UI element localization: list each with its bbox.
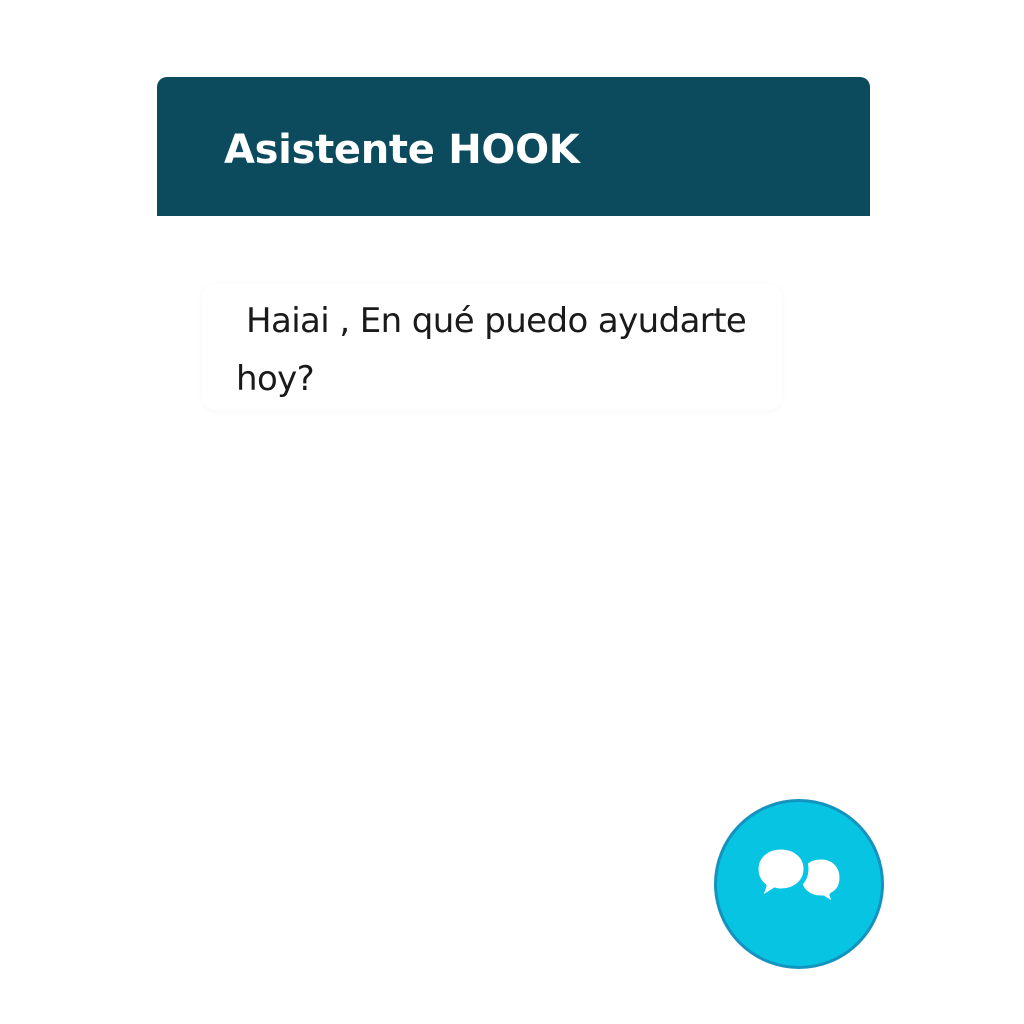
chat-panel: Asistente HOOK Haiai , En qué puedo ayud…: [157, 77, 870, 410]
message-text: Haiai , En qué puedo ayudarte hoy?: [236, 301, 747, 399]
chat-launcher-button[interactable]: [714, 799, 884, 969]
chat-title: Asistente HOOK: [224, 127, 580, 173]
assistant-message: Haiai , En qué puedo ayudarte hoy?: [202, 284, 782, 410]
chat-bubbles-icon: [754, 844, 844, 909]
chat-header: Asistente HOOK: [157, 77, 870, 216]
